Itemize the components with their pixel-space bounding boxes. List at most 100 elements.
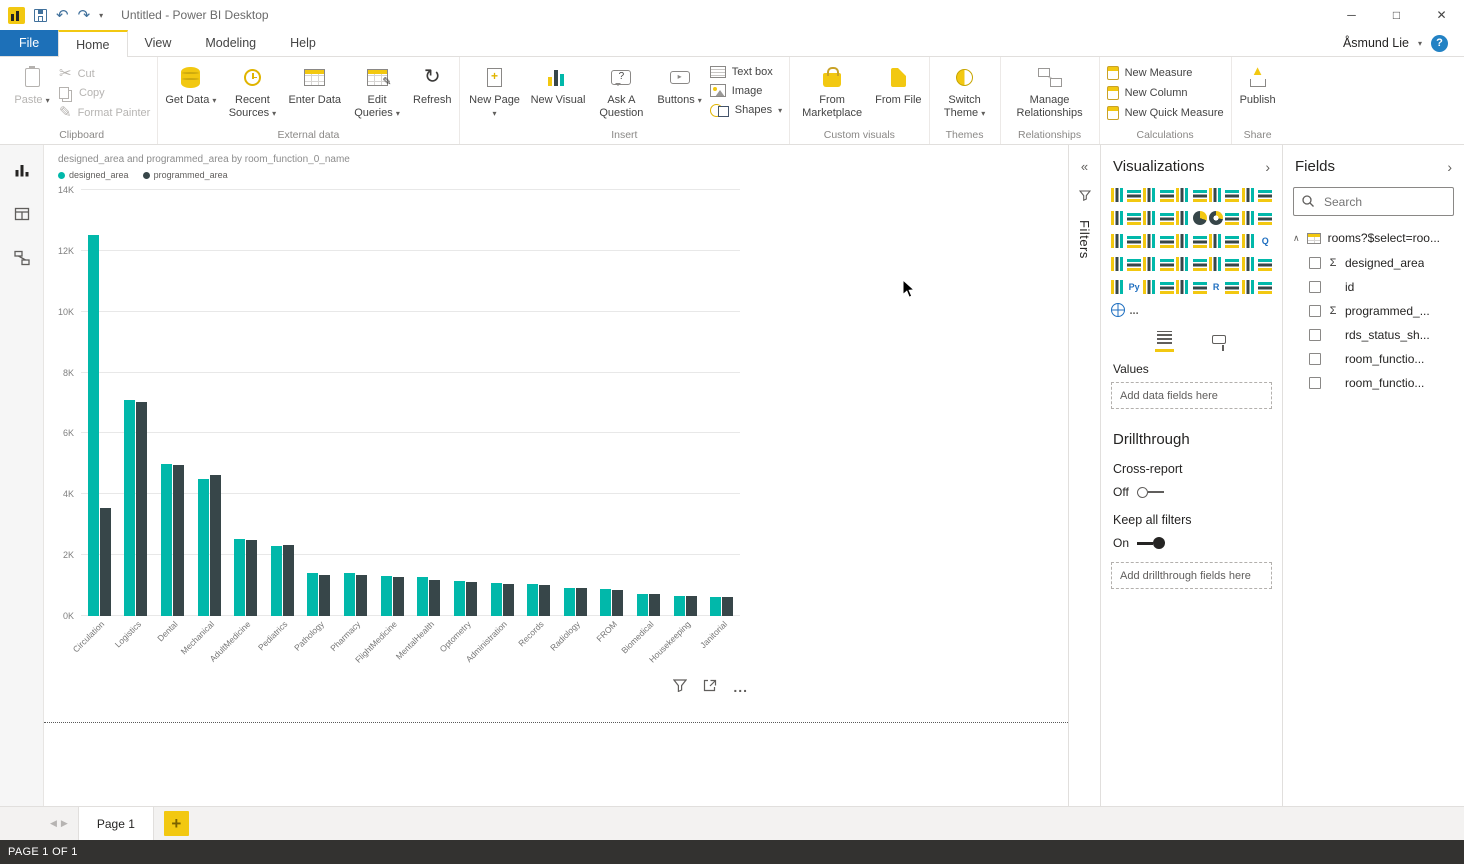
field-checkbox[interactable] bbox=[1309, 329, 1321, 341]
bar-programmed_area[interactable] bbox=[503, 584, 514, 616]
q-and-a-visual-icon[interactable]: Q bbox=[1258, 234, 1272, 248]
field-checkbox[interactable] bbox=[1309, 257, 1321, 269]
collapse-visualizations-pane-icon[interactable]: › bbox=[1265, 159, 1270, 175]
report-view-button[interactable] bbox=[11, 159, 33, 181]
bar-designed_area[interactable] bbox=[234, 539, 245, 616]
undo-icon[interactable]: ↶ bbox=[56, 8, 69, 23]
collapse-fields-pane-icon[interactable]: › bbox=[1447, 159, 1452, 175]
tab-view[interactable]: View bbox=[128, 30, 189, 56]
expand-filters-pane-icon[interactable]: « bbox=[1081, 159, 1088, 174]
globe-map-icon[interactable] bbox=[1111, 303, 1125, 317]
line-and-stacked-column-chart-icon[interactable] bbox=[1258, 188, 1272, 202]
cross-report-toggle[interactable] bbox=[1137, 487, 1164, 498]
histogram-chart-icon[interactable] bbox=[1160, 280, 1174, 294]
field-checkbox[interactable] bbox=[1309, 305, 1321, 317]
multi-row-card-icon[interactable] bbox=[1160, 234, 1174, 248]
bar-designed_area[interactable] bbox=[454, 581, 465, 616]
bar-programmed_area[interactable] bbox=[356, 575, 367, 616]
filled-map-icon[interactable] bbox=[1258, 211, 1272, 225]
word-cloud-icon[interactable] bbox=[1127, 257, 1141, 271]
r-script-visual-icon[interactable]: R bbox=[1209, 280, 1223, 294]
100-stacked-bar-chart-icon[interactable] bbox=[1176, 188, 1190, 202]
gantt-chart-icon[interactable] bbox=[1193, 280, 1207, 294]
table-icon[interactable] bbox=[1209, 234, 1223, 248]
tab-home[interactable]: Home bbox=[58, 30, 127, 57]
account-caret-icon[interactable]: ▾ bbox=[1418, 39, 1422, 48]
minimize-button[interactable]: ─ bbox=[1329, 0, 1374, 30]
funnel-chart-icon[interactable] bbox=[1160, 211, 1174, 225]
page-tab-page1[interactable]: Page 1 bbox=[78, 807, 154, 840]
network-navigator-icon[interactable] bbox=[1193, 257, 1207, 271]
line-chart-icon[interactable] bbox=[1209, 188, 1223, 202]
play-axis-icon[interactable] bbox=[1242, 257, 1256, 271]
bar-programmed_area[interactable] bbox=[576, 588, 587, 616]
add-page-button[interactable]: + bbox=[164, 811, 189, 836]
tab-help[interactable]: Help bbox=[273, 30, 333, 56]
legend-item[interactable]: designed_area bbox=[58, 170, 129, 180]
field-row-rds_status_sh[interactable]: rds_status_sh... bbox=[1309, 323, 1464, 347]
pie-chart-icon[interactable] bbox=[1193, 211, 1207, 225]
field-checkbox[interactable] bbox=[1309, 377, 1321, 389]
bar-programmed_area[interactable] bbox=[539, 585, 550, 616]
filters-pane-label[interactable]: Filters bbox=[1077, 220, 1092, 259]
key-influencers-icon[interactable] bbox=[1242, 234, 1256, 248]
previous-page-arrow-icon[interactable]: ◀ bbox=[50, 818, 57, 829]
smart-narrative-icon[interactable] bbox=[1258, 280, 1272, 294]
chiclet-slicer-icon[interactable] bbox=[1209, 257, 1223, 271]
new-measure-button[interactable]: New Measure bbox=[1107, 66, 1224, 80]
kpi-icon[interactable] bbox=[1176, 234, 1190, 248]
edit-queries-button[interactable]: ✎ Edit Queries ▾ bbox=[345, 60, 409, 128]
new-quick-measure-button[interactable]: New Quick Measure bbox=[1107, 106, 1224, 120]
field-checkbox[interactable] bbox=[1309, 353, 1321, 365]
donut-chart-icon[interactable] bbox=[1209, 211, 1223, 225]
bar-chart-visual[interactable]: designed_area and programmed_area by roo… bbox=[50, 150, 748, 674]
tab-file[interactable]: File bbox=[0, 30, 58, 56]
bar-designed_area[interactable] bbox=[674, 596, 685, 616]
recent-sources-button[interactable]: Recent Sources ▾ bbox=[220, 60, 284, 128]
bar-designed_area[interactable] bbox=[88, 235, 99, 616]
new-column-button[interactable]: New Column bbox=[1107, 86, 1224, 100]
card-icon[interactable] bbox=[1143, 234, 1157, 248]
visual-filter-icon[interactable] bbox=[673, 679, 687, 695]
bar-designed_area[interactable] bbox=[307, 573, 318, 616]
refresh-button[interactable]: ↻ Refresh bbox=[409, 60, 456, 128]
tornado-chart-icon[interactable] bbox=[1176, 257, 1190, 271]
bar-programmed_area[interactable] bbox=[210, 475, 221, 616]
report-canvas[interactable]: designed_area and programmed_area by roo… bbox=[44, 145, 1068, 806]
bar-programmed_area[interactable] bbox=[319, 575, 330, 616]
bar-programmed_area[interactable] bbox=[466, 582, 477, 616]
bar-designed_area[interactable] bbox=[381, 576, 392, 616]
bullet-chart-icon[interactable] bbox=[1160, 257, 1174, 271]
bar-programmed_area[interactable] bbox=[136, 402, 147, 616]
area-chart-icon[interactable] bbox=[1225, 188, 1239, 202]
manage-relationships-button[interactable]: Manage Relationships bbox=[1004, 60, 1096, 128]
paste-button[interactable]: Paste ▾ bbox=[9, 60, 55, 128]
text-box-button[interactable]: Text box bbox=[710, 66, 782, 78]
bar-programmed_area[interactable] bbox=[722, 597, 733, 616]
bar-designed_area[interactable] bbox=[271, 546, 282, 616]
new-visual-button[interactable]: New Visual bbox=[527, 60, 590, 128]
field-row-room_functio[interactable]: room_functio... bbox=[1309, 371, 1464, 395]
stacked-bar-chart-icon[interactable] bbox=[1111, 188, 1125, 202]
buttons-button[interactable]: ▸ Buttons ▾ bbox=[653, 60, 705, 128]
image-button[interactable]: Image bbox=[710, 84, 782, 97]
power-apps-visual-icon[interactable] bbox=[1111, 280, 1125, 294]
bar-programmed_area[interactable] bbox=[429, 580, 440, 616]
table-heatmap-icon[interactable] bbox=[1176, 280, 1190, 294]
bar-programmed_area[interactable] bbox=[173, 465, 184, 616]
get-data-button[interactable]: Get Data ▾ bbox=[161, 60, 220, 128]
enter-data-button[interactable]: Enter Data bbox=[284, 60, 345, 128]
gauge-icon[interactable] bbox=[1127, 234, 1141, 248]
decomposition-tree-icon[interactable] bbox=[1242, 280, 1256, 294]
copy-button[interactable]: Copy bbox=[59, 87, 150, 99]
keep-all-filters-toggle[interactable] bbox=[1137, 537, 1165, 549]
scatter-chart-icon[interactable] bbox=[1176, 211, 1190, 225]
new-page-button[interactable]: + New Page ▾ bbox=[463, 60, 527, 128]
bar-designed_area[interactable] bbox=[600, 589, 611, 616]
collapse-table-icon[interactable]: ∧ bbox=[1293, 233, 1300, 244]
cut-button[interactable]: ✂Cut bbox=[59, 66, 150, 81]
data-view-button[interactable] bbox=[11, 203, 33, 225]
fields-search-input[interactable] bbox=[1293, 187, 1454, 216]
maximize-button[interactable]: □ bbox=[1374, 0, 1419, 30]
field-row-id[interactable]: id bbox=[1309, 275, 1464, 299]
